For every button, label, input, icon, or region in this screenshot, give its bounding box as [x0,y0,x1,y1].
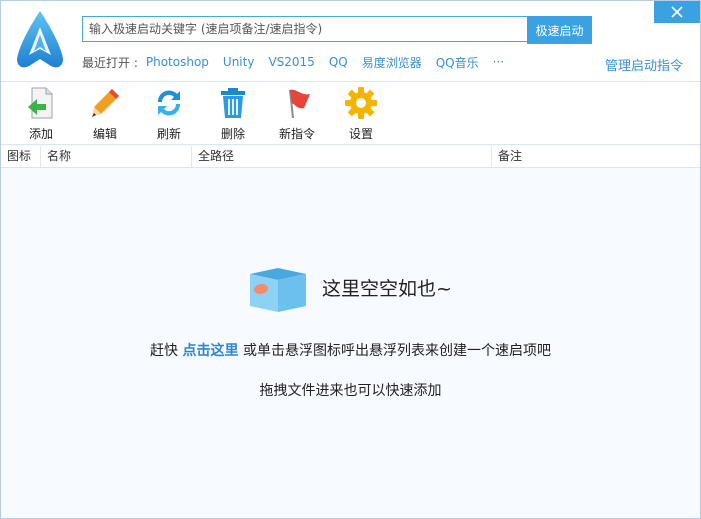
flag-icon [289,89,310,118]
edit-button[interactable]: 编辑 [80,86,130,142]
search-bar: 极速启动 [82,16,592,44]
column-path[interactable]: 全路径 [192,146,492,167]
recent-item-photoshop[interactable]: Photoshop [146,55,209,69]
launch-button[interactable]: 极速启动 [527,16,592,44]
empty-box-icon [250,268,306,312]
column-icon[interactable]: 图标 [1,146,41,167]
close-button[interactable] [654,1,700,23]
refresh-label: 刷新 [156,127,181,141]
delete-button[interactable]: 删除 [208,86,258,142]
empty-hint: 赶快 点击这里 或单击悬浮图标呼出悬浮列表来创建一个速启项吧 [1,340,700,360]
gear-icon [345,87,377,119]
empty-hint-prefix: 赶快 [150,343,183,359]
new-command-label: 新指令 [278,127,315,141]
drag-hint: 拖拽文件进来也可以快速添加 [259,383,442,399]
toolbar: 添加 编辑 刷新 删除 新指令 设置 [1,82,700,145]
add-label: 添加 [28,127,53,141]
settings-label: 设置 [348,127,373,141]
empty-title: 这里空空如也~ [322,278,452,300]
delete-label: 删除 [220,127,245,141]
recent-item-qqmusic[interactable]: QQ音乐 [436,54,479,71]
refresh-button[interactable]: 刷新 [144,86,194,142]
refresh-icon [157,90,181,116]
pencil-icon [92,89,119,117]
column-note[interactable]: 备注 [492,146,700,167]
settings-button[interactable]: 设置 [336,86,386,142]
search-input[interactable] [82,16,527,42]
recent-label: 最近打开 : [82,55,138,70]
empty-state: 这里空空如也~ 赶快 点击这里 或单击悬浮图标呼出悬浮列表来创建一个速启项吧 拖… [1,168,700,518]
table-header: 图标 名称 全路径 备注 [1,146,700,168]
app-window: 极速启动 最近打开 : Photoshop Unity VS2015 QQ 易度… [0,0,701,519]
recent-more[interactable]: ··· [493,55,504,69]
header: 极速启动 最近打开 : Photoshop Unity VS2015 QQ 易度… [1,1,700,82]
recent-item-qq[interactable]: QQ [329,55,348,69]
add-button[interactable]: 添加 [16,86,66,142]
manage-commands-link[interactable]: 管理启动指令 [605,55,683,74]
trash-icon [221,88,245,118]
add-file-icon [28,87,53,119]
recent-opened: 最近打开 : Photoshop Unity VS2015 QQ 易度浏览器 Q… [82,53,518,71]
new-command-button[interactable]: 新指令 [272,86,322,142]
edit-label: 编辑 [92,127,117,141]
app-logo-icon [17,11,63,68]
empty-hint-suffix: 或单击悬浮图标呼出悬浮列表来创建一个速启项吧 [238,343,551,359]
recent-item-vs2015[interactable]: VS2015 [268,55,314,69]
recent-item-browser[interactable]: 易度浏览器 [362,54,422,71]
recent-item-unity[interactable]: Unity [223,55,255,69]
column-name[interactable]: 名称 [41,146,192,167]
create-item-link[interactable]: 点击这里 [183,343,239,359]
close-icon [671,6,683,18]
